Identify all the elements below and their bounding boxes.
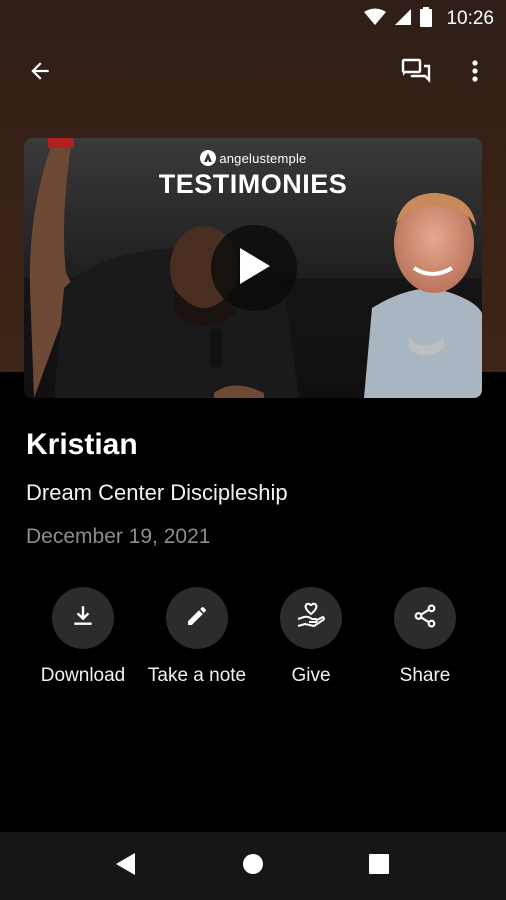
nav-home-icon	[242, 853, 264, 880]
play-icon	[238, 247, 270, 289]
sermon-date: December 19, 2021	[26, 525, 211, 548]
play-button[interactable]	[211, 225, 297, 311]
nav-back-icon	[115, 852, 137, 881]
cellular-signal-icon	[394, 8, 412, 31]
chat-icon	[401, 57, 431, 90]
media-title: TESTIMONIES	[158, 169, 348, 199]
take-note-action[interactable]: Take a note	[137, 587, 257, 687]
give-heart-hand-icon	[296, 602, 326, 635]
wifi-icon	[364, 8, 387, 31]
give-label: Give	[291, 665, 331, 686]
give-button[interactable]	[280, 587, 342, 649]
more-vert-icon	[471, 59, 479, 88]
download-label: Download	[40, 665, 126, 686]
give-action[interactable]: Give	[251, 587, 371, 687]
battery-icon	[420, 6, 433, 32]
status-bar: 10:26	[0, 0, 506, 38]
share-button[interactable]	[394, 587, 456, 649]
sermon-title: Kristian	[26, 428, 138, 461]
status-time: 10:26	[446, 8, 494, 29]
media-brand: angelustemple	[24, 150, 482, 166]
media-brand-text: angelustemple	[219, 151, 307, 166]
arrow-back-icon	[27, 58, 53, 89]
take-note-label: Take a note	[147, 665, 247, 686]
share-icon	[412, 603, 438, 634]
back-button[interactable]	[18, 51, 62, 95]
sermon-subtitle: Dream Center Discipleship	[26, 480, 288, 505]
nav-recents-icon	[368, 853, 390, 880]
download-icon	[70, 603, 96, 634]
download-button[interactable]	[52, 587, 114, 649]
pencil-icon	[185, 604, 209, 633]
nav-home-button[interactable]	[233, 846, 273, 886]
share-action[interactable]: Share	[365, 587, 485, 687]
nav-back-button[interactable]	[106, 846, 146, 886]
app-bar	[0, 44, 506, 104]
download-action[interactable]: Download	[23, 587, 143, 687]
brand-logo-icon	[199, 150, 220, 166]
chat-button[interactable]	[394, 51, 438, 95]
share-label: Share	[399, 665, 451, 686]
take-note-button[interactable]	[166, 587, 228, 649]
nav-recents-button[interactable]	[359, 846, 399, 886]
action-row: Download Take a note Give Share	[0, 587, 506, 697]
more-options-button[interactable]	[453, 51, 497, 95]
video-player[interactable]: angelustemple TESTIMONIES	[24, 138, 482, 398]
system-nav-bar	[0, 832, 506, 900]
